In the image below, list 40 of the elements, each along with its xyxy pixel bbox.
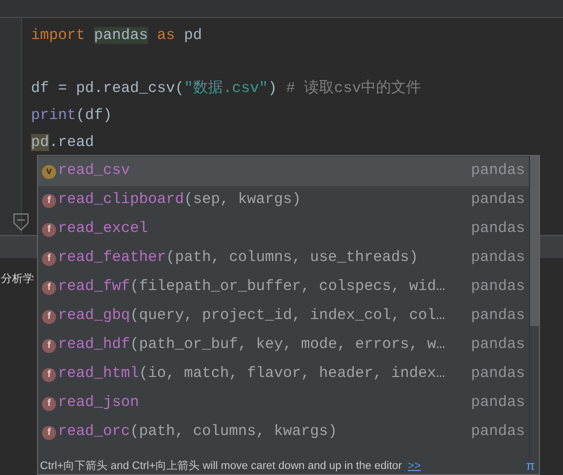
panel-text: 分析学: [1, 273, 34, 285]
completion-item[interactable]: v read_csv pandas: [38, 157, 529, 186]
completion-item[interactable]: f read_feather(path, columns, use_threads) pandas: [38, 244, 529, 273]
function-icon: f: [42, 194, 56, 208]
source-label: pandas: [470, 190, 525, 210]
completion-item[interactable]: f read_html(io, match, flavor, header, index… pandas: [38, 360, 529, 389]
code-line: import pandas as pd: [31, 27, 202, 44]
pi-icon[interactable]: π: [526, 456, 535, 475]
function-icon: f: [42, 396, 56, 410]
source-label: pandas: [470, 393, 525, 414]
source-label: pandas: [470, 248, 525, 268]
source-label: pandas: [470, 422, 525, 442]
source-label: pandas: [470, 277, 525, 298]
function-icon: f: [42, 338, 56, 352]
function-icon: f: [42, 252, 56, 266]
completion-item[interactable]: f read_gbq(query, project_id, index_col, col… pandas: [38, 302, 529, 331]
variable-icon: v: [42, 164, 56, 178]
source-label: pandas: [470, 219, 525, 240]
function-icon: f: [42, 426, 56, 440]
function-icon: f: [42, 310, 56, 324]
completion-item[interactable]: f read_json pandas: [38, 389, 529, 418]
completion-item[interactable]: f read_excel pandas: [38, 215, 529, 244]
scrollbar-thumb[interactable]: [530, 156, 539, 326]
function-icon: f: [42, 222, 56, 236]
hint-text: Ctrl+向下箭头 and Ctrl+向上箭头 will move caret down and up in the editor: [40, 458, 402, 474]
source-label: pandas: [470, 306, 525, 326]
completion-item[interactable]: f read_fwf(filepath_or_buffer, colspecs, wid… pandas: [38, 273, 529, 302]
code-line: print(df): [31, 107, 112, 124]
source-label: pandas: [470, 161, 525, 182]
code-line: df = pd.read_csv("数据.csv") # 读取csv中的文件: [31, 80, 422, 97]
source-label: pandas: [470, 364, 525, 384]
fold-icon[interactable]: [13, 213, 29, 231]
completion-item[interactable]: f read_hdf(path_or_buf, key, mode, errors, w… pandas: [38, 331, 529, 360]
code-line: pd.read: [31, 134, 94, 151]
source-label: pandas: [470, 335, 525, 356]
completion-item[interactable]: f read_clipboard(sep, kwargs) pandas: [38, 186, 529, 215]
completion-item[interactable]: f read_orc(path, columns, kwargs) pandas: [38, 418, 529, 447]
more-link[interactable]: >>: [408, 458, 421, 474]
function-icon: f: [42, 280, 56, 294]
function-icon: f: [42, 368, 56, 382]
